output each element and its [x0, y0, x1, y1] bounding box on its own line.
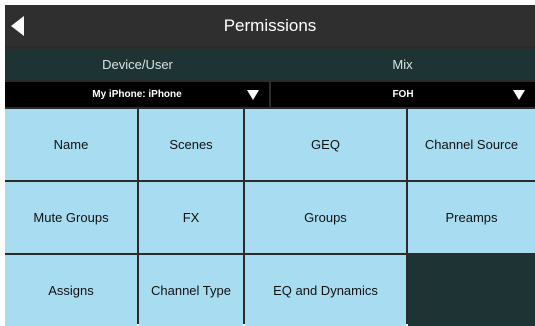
permission-name-button[interactable]: Name	[5, 109, 137, 180]
permission-channel-source-button[interactable]: Channel Source	[408, 109, 535, 180]
permission-eq-dynamics-button[interactable]: EQ and Dynamics	[245, 255, 406, 326]
empty-grid-cell	[408, 255, 535, 326]
tab-device-user[interactable]: Device/User	[5, 49, 270, 80]
title-bar: Permissions	[5, 5, 535, 46]
permission-assigns-button[interactable]: Assigns	[5, 255, 137, 326]
mix-dropdown[interactable]: FOH	[271, 82, 535, 107]
permission-geq-button[interactable]: GEQ	[245, 109, 406, 180]
tab-mix[interactable]: Mix	[270, 49, 535, 80]
device-dropdown-value: My iPhone: iPhone	[92, 89, 182, 100]
permission-fx-button[interactable]: FX	[139, 182, 243, 253]
permission-channel-type-button[interactable]: Channel Type	[139, 255, 243, 326]
dropdown-arrow-icon	[247, 90, 259, 100]
back-arrow-icon	[11, 15, 24, 36]
device-dropdown[interactable]: My iPhone: iPhone	[5, 82, 269, 107]
back-button[interactable]	[5, 5, 33, 46]
permissions-panel: Permissions Device/User Mix My iPhone: i…	[5, 5, 535, 326]
dropdown-arrow-icon	[513, 90, 525, 100]
mix-dropdown-value: FOH	[392, 89, 414, 100]
permission-mute-groups-button[interactable]: Mute Groups	[5, 182, 137, 253]
permission-preamps-button[interactable]: Preamps	[408, 182, 535, 253]
permission-scenes-button[interactable]: Scenes	[139, 109, 243, 180]
page-title: Permissions	[223, 15, 317, 35]
permission-groups-button[interactable]: Groups	[245, 182, 406, 253]
tab-bar: Device/User Mix	[5, 49, 535, 80]
selector-row: My iPhone: iPhone FOH	[5, 82, 535, 107]
permission-grid: Name Scenes GEQ Channel Source Mute Grou…	[5, 109, 535, 326]
